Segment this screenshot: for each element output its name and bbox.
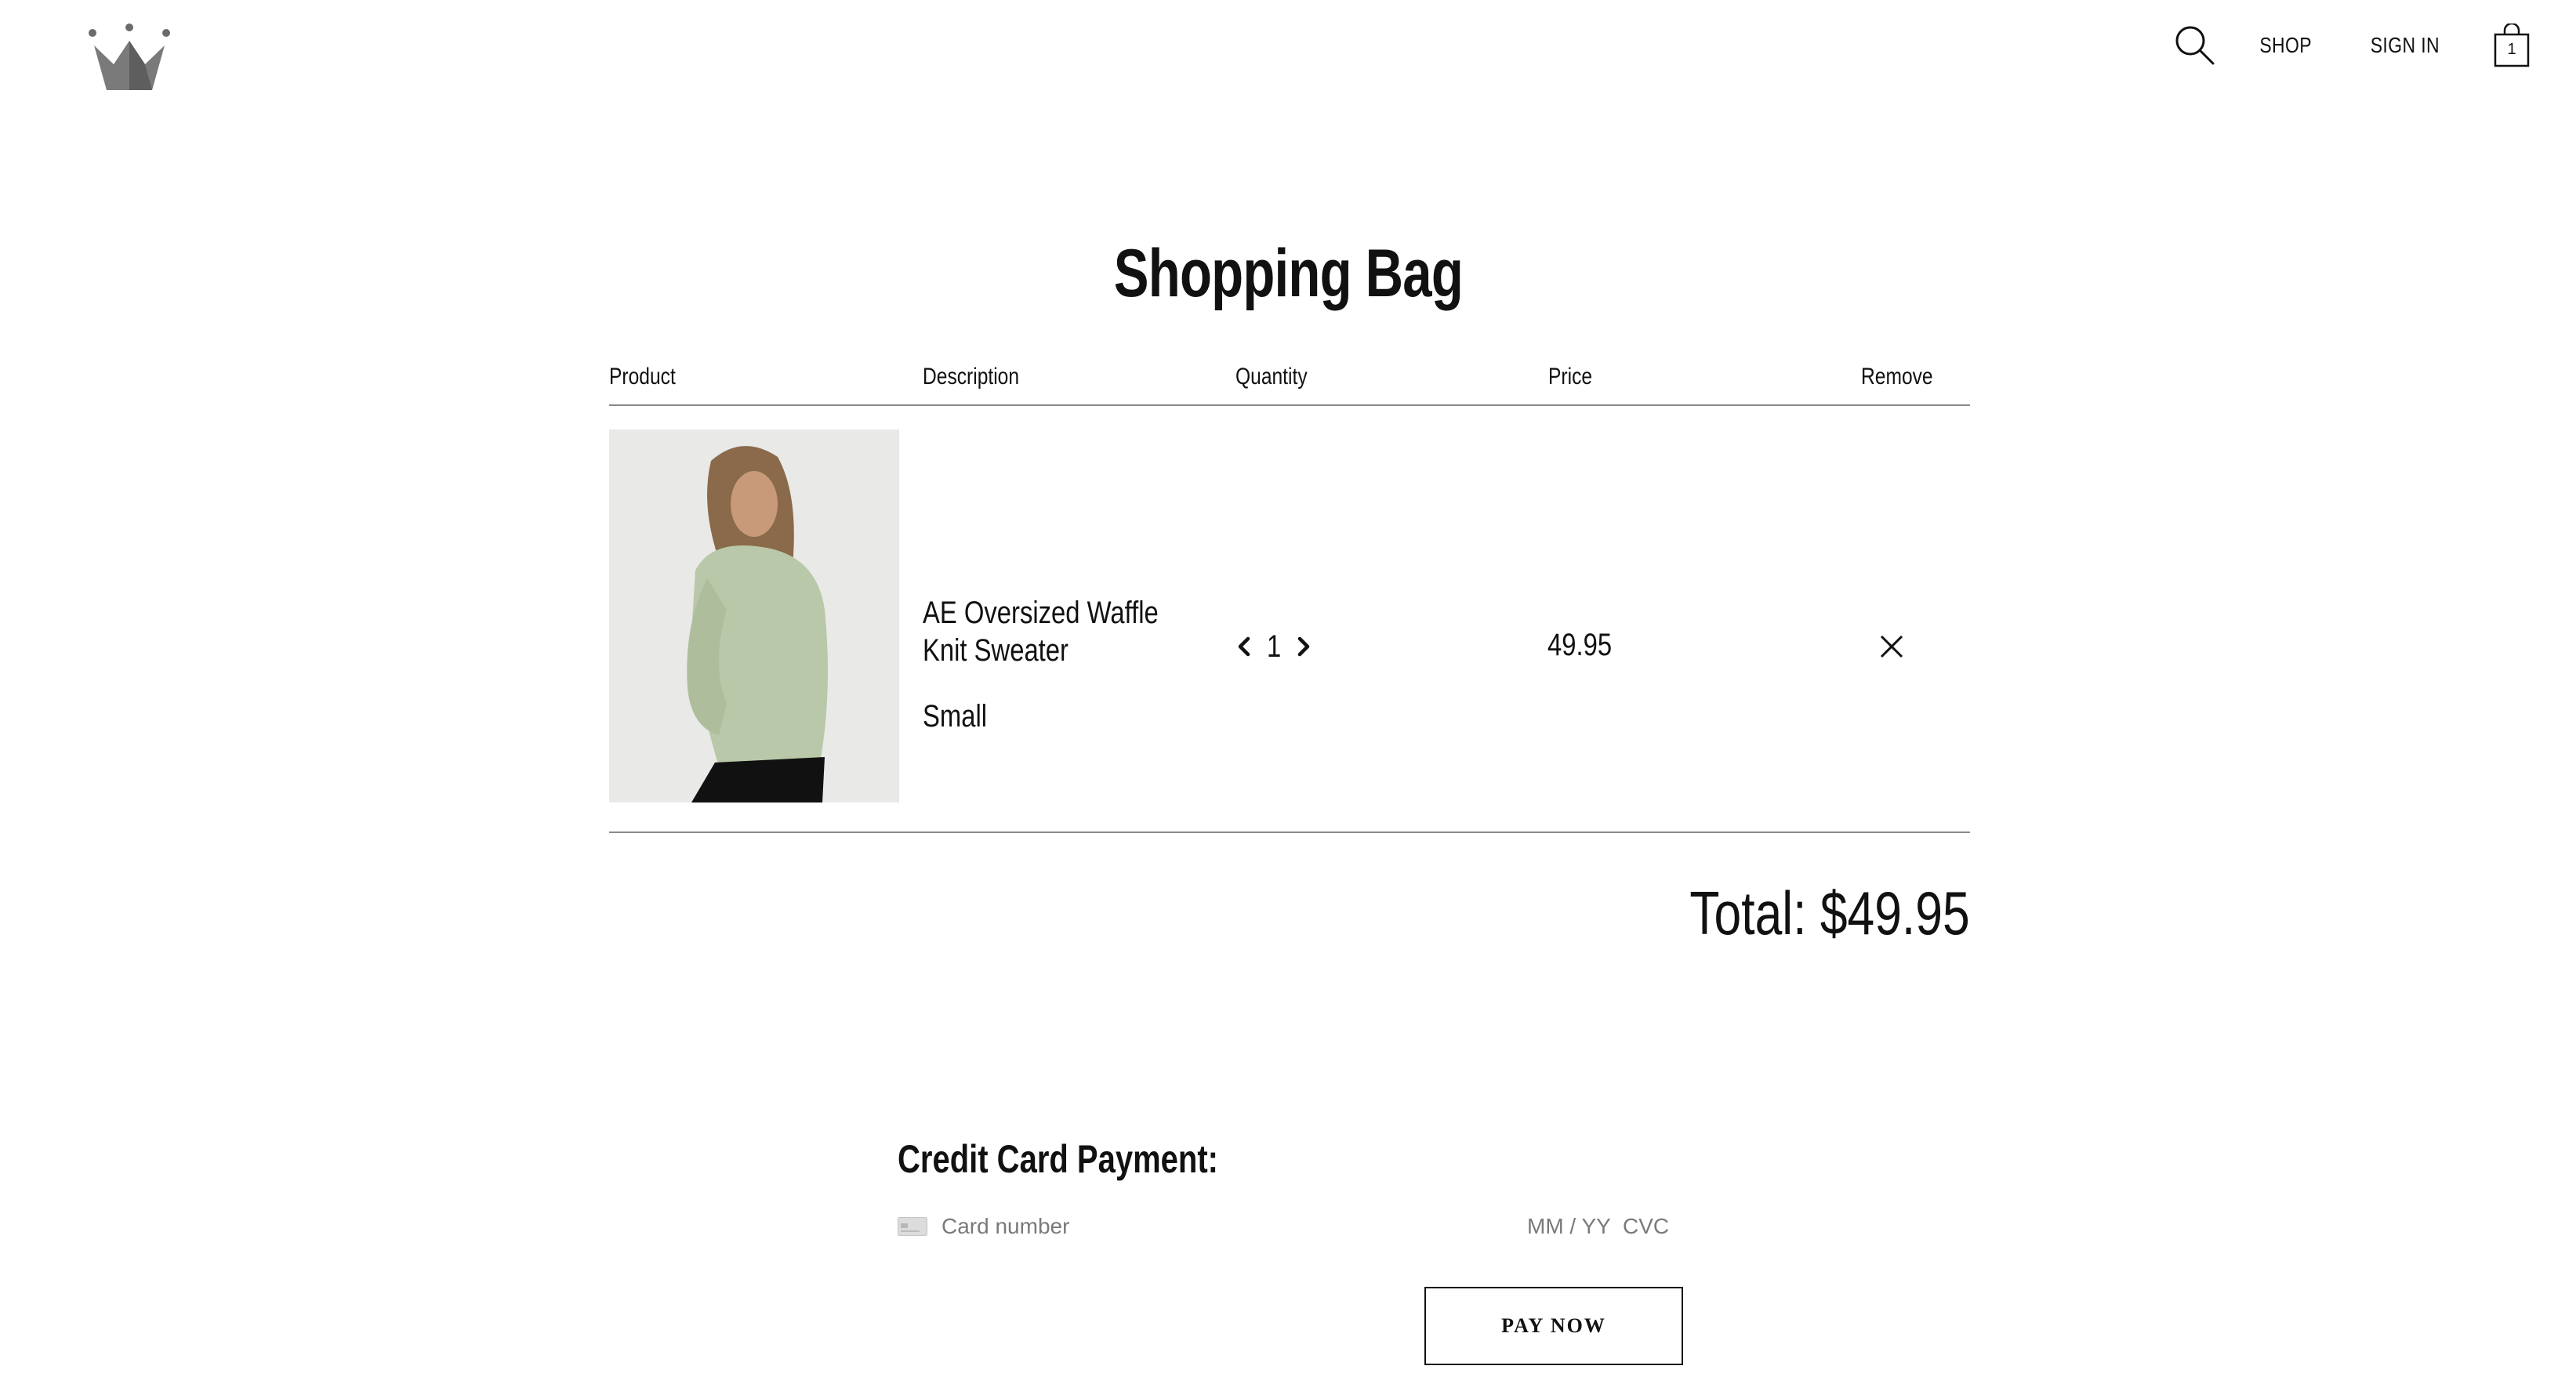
product-name: AE Oversized Waffle Knit Sweater xyxy=(923,596,1159,668)
product-image[interactable] xyxy=(609,429,899,803)
product-size: Small xyxy=(923,699,988,734)
crown-logo[interactable] xyxy=(86,24,172,98)
card-number-input[interactable] xyxy=(942,1214,1412,1239)
cart-table: Product Description Quantity Price Remov… xyxy=(609,353,1970,833)
column-header-quantity: Quantity xyxy=(1235,364,1308,389)
payment-heading: Credit Card Payment: xyxy=(898,1137,1218,1181)
credit-card-icon xyxy=(898,1217,927,1236)
search-icon[interactable] xyxy=(2172,23,2218,68)
card-expiry-input[interactable] xyxy=(1527,1214,1613,1239)
quantity-stepper: 1 xyxy=(1234,627,1314,666)
product-description: AE Oversized Waffle Knit Sweater Small xyxy=(923,594,1221,734)
remove-item-icon[interactable] xyxy=(1879,634,1904,659)
column-header-description: Description xyxy=(923,364,1020,389)
quantity-value: 1 xyxy=(1267,629,1282,664)
nav-signin-link[interactable]: SIGN IN xyxy=(2371,33,2440,58)
column-header-price: Price xyxy=(1548,364,1593,389)
shopping-bag-icon[interactable]: 1 xyxy=(2493,24,2531,67)
order-total: Total: $49.95 xyxy=(1689,879,1970,947)
nav-shop-link[interactable]: SHOP xyxy=(2259,33,2312,58)
page-title: Shopping Bag xyxy=(1113,236,1463,311)
cart-table-header: Product Description Quantity Price Remov… xyxy=(609,353,1970,406)
increase-quantity-icon[interactable] xyxy=(1293,631,1314,662)
card-cvc-input[interactable] xyxy=(1623,1214,1678,1239)
card-input-row xyxy=(898,1211,1678,1242)
decrease-quantity-icon[interactable] xyxy=(1234,631,1254,662)
crown-icon xyxy=(89,24,170,90)
column-header-remove: Remove xyxy=(1861,364,1933,389)
bag-count-badge: 1 xyxy=(2507,41,2516,58)
pay-now-button[interactable]: PAY NOW xyxy=(1424,1287,1683,1365)
cart-row: AE Oversized Waffle Knit Sweater Small 1… xyxy=(609,406,1970,833)
top-nav: SHOP SIGN IN 1 xyxy=(2172,22,2531,69)
column-header-product: Product xyxy=(609,364,676,389)
item-price: 49.95 xyxy=(1547,628,1613,662)
